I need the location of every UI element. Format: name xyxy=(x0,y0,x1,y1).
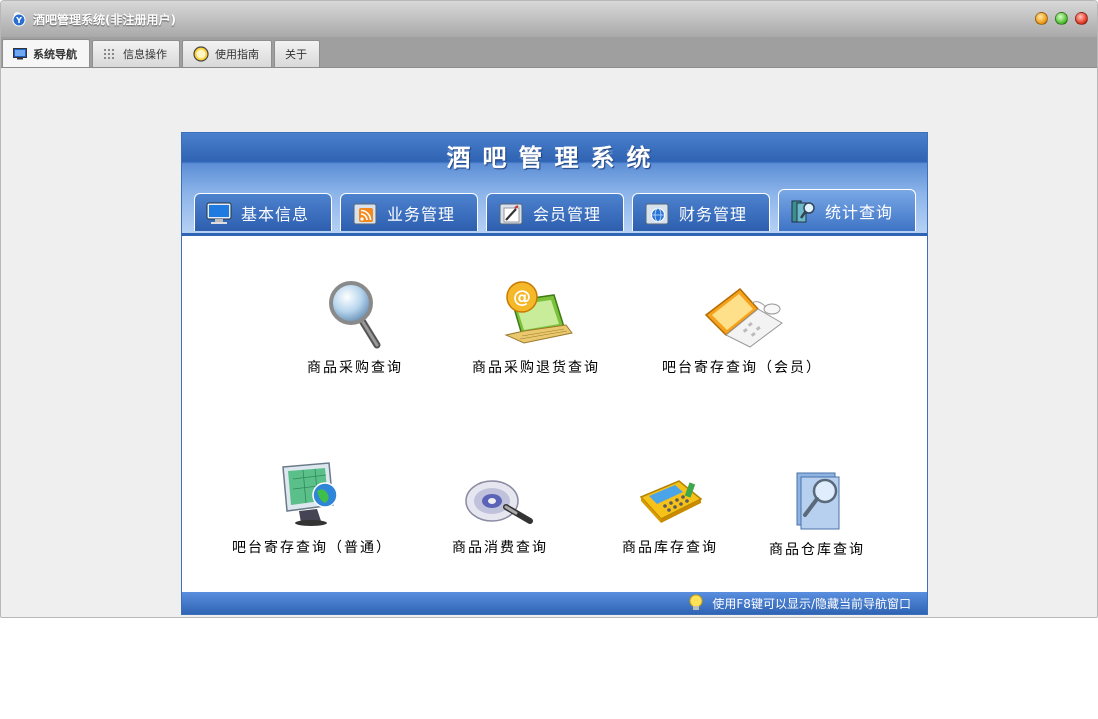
tab-info-operation[interactable]: 信息操作 xyxy=(92,40,180,67)
item-label: 商品采购退货查询 xyxy=(472,360,600,376)
email-laptop-icon: @ xyxy=(504,281,573,344)
app-logo-icon: Y xyxy=(12,12,26,27)
tab-label: 统计查询 xyxy=(825,202,894,222)
tab-statistics-query[interactable]: 统计查询 xyxy=(778,189,916,231)
footer-hint: 使用F8键可以显示/隐藏当前导航窗口 xyxy=(712,596,911,611)
query-items: 商品采购查询 @ 商品采购退货查询 吧台寄存查询（会员） 吧台寄存查询（普通） … xyxy=(182,236,927,591)
compass-icon xyxy=(193,46,209,62)
tab-label: 财务管理 xyxy=(679,204,748,224)
tab-label: 业务管理 xyxy=(387,204,456,224)
calculator-icon xyxy=(639,480,703,523)
pen-folder-icon xyxy=(499,203,523,224)
tab-basic-info[interactable]: 基本信息 xyxy=(194,193,332,231)
grid-icon xyxy=(103,48,117,60)
window-controls xyxy=(1035,12,1088,25)
tab-about[interactable]: 关于 xyxy=(274,40,320,67)
item-label: 商品采购查询 xyxy=(307,360,403,376)
item-bar-storage-normal-query[interactable]: 吧台寄存查询（普通） xyxy=(232,459,390,557)
tab-label: 使用指南 xyxy=(215,48,259,61)
window-title: 酒吧管理系统(非注册用户) xyxy=(33,12,176,27)
item-purchase-query[interactable]: 商品采购查询 xyxy=(300,279,410,377)
item-purchase-return-query[interactable]: @ 商品采购退货查询 xyxy=(466,279,606,377)
close-button[interactable] xyxy=(1075,12,1088,25)
item-warehouse-query[interactable]: 商品仓库查询 xyxy=(762,469,872,559)
item-label: 商品仓库查询 xyxy=(769,542,865,558)
main-tabbar: 系统导航 信息操作 使用指南 关于 xyxy=(1,37,1097,68)
magnifier-icon xyxy=(329,281,381,349)
laptop-icon xyxy=(704,287,783,348)
item-label: 吧台寄存查询（普通） xyxy=(232,540,392,556)
globe-folder-icon xyxy=(645,203,669,224)
tab-label: 关于 xyxy=(285,48,307,61)
document-search-icon xyxy=(796,472,840,530)
module-tabs: 基本信息 业务管理 会员管理 财务管理 统计查询 xyxy=(194,189,916,231)
item-inventory-query[interactable]: 商品库存查询 xyxy=(610,469,730,557)
tab-label: 信息操作 xyxy=(123,48,167,61)
item-label: 商品消费查询 xyxy=(452,540,548,556)
disc-search-icon xyxy=(465,480,533,524)
maximize-button[interactable] xyxy=(1055,12,1068,25)
item-consumption-query[interactable]: 商品消费查询 xyxy=(440,469,560,557)
item-bar-storage-member-query[interactable]: 吧台寄存查询（会员） xyxy=(662,279,822,377)
svg-text:Y: Y xyxy=(15,16,22,25)
title-bar[interactable]: Y 酒吧管理系统(非注册用户) xyxy=(1,1,1097,37)
tab-user-guide[interactable]: 使用指南 xyxy=(182,40,272,67)
rss-folder-icon xyxy=(353,203,377,224)
globe-monitor-icon xyxy=(282,462,338,526)
panel-title-reflection: 酒吧管理系统 xyxy=(446,147,663,161)
lightbulb-icon xyxy=(689,594,703,610)
panel-header: 酒吧管理系统 酒吧管理系统 基本信息 业务管理 会员管理 财务管理 统计查询 xyxy=(182,133,927,236)
magnifier-book-icon xyxy=(791,200,815,222)
item-label: 吧台寄存查询（会员） xyxy=(662,360,822,376)
minimize-button[interactable] xyxy=(1035,12,1048,25)
svg-text:@: @ xyxy=(513,287,531,308)
item-label: 商品库存查询 xyxy=(622,540,718,556)
navigation-panel: 酒吧管理系统 酒吧管理系统 基本信息 业务管理 会员管理 财务管理 统计查询 商… xyxy=(181,132,928,615)
panel-footer: 使用F8键可以显示/隐藏当前导航窗口 xyxy=(182,592,927,614)
tab-finance-management[interactable]: 财务管理 xyxy=(632,193,770,231)
tab-label: 会员管理 xyxy=(533,204,602,224)
tab-label: 基本信息 xyxy=(241,204,310,224)
monitor-icon xyxy=(206,202,232,224)
tab-business-management[interactable]: 业务管理 xyxy=(340,193,478,231)
app-window: Y 酒吧管理系统(非注册用户) 系统导航 信息操作 使用指南 关于 酒吧管理系统… xyxy=(0,0,1098,618)
tab-label: 系统导航 xyxy=(33,47,77,61)
monitor-icon xyxy=(13,47,27,60)
tab-system-navigation[interactable]: 系统导航 xyxy=(2,39,90,67)
tab-member-management[interactable]: 会员管理 xyxy=(486,193,624,231)
